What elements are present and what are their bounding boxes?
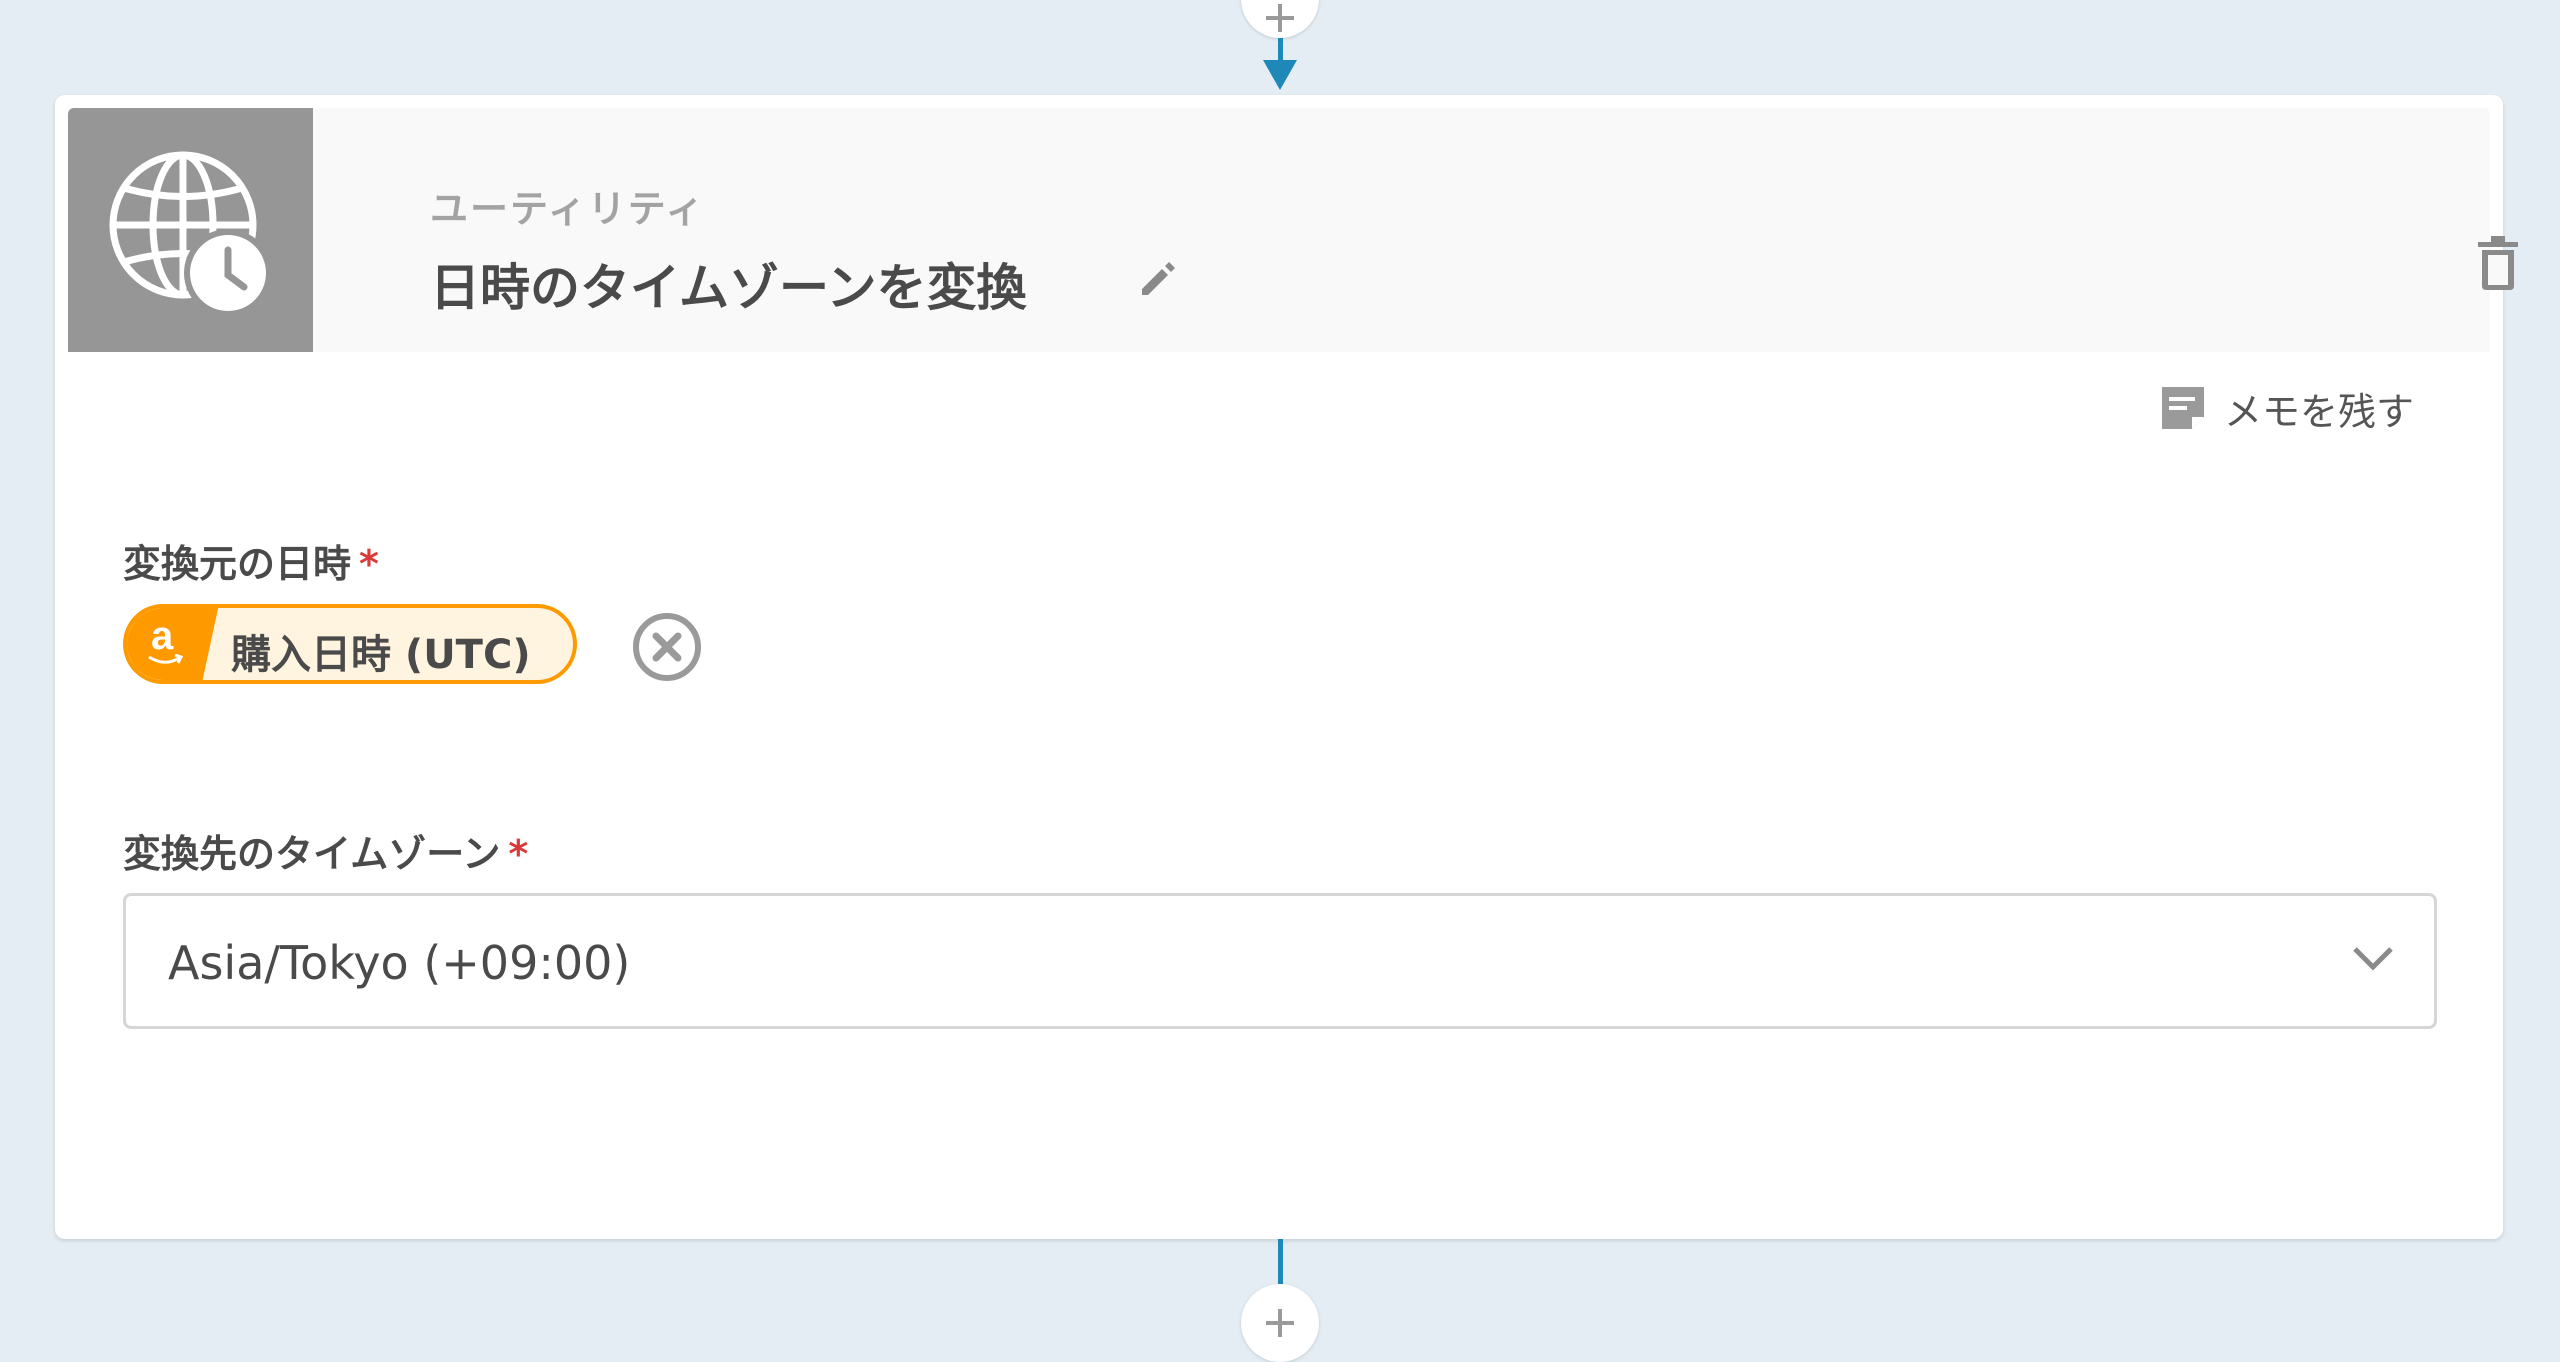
timezone-select-value: Asia/Tokyo (+09:00)	[168, 936, 631, 990]
step-category: ユーティリティ	[430, 187, 706, 231]
trash-icon[interactable]	[2476, 236, 2520, 290]
required-mark: *	[359, 542, 379, 586]
connector-arrow	[1263, 60, 1297, 90]
globe-clock-icon	[109, 151, 272, 317]
target-timezone-label: 変換先のタイムゾーン *	[123, 823, 528, 878]
target-timezone-label-text: 変換先のタイムゾーン	[123, 832, 501, 876]
source-datetime-label-text: 変換元の日時	[123, 542, 352, 586]
amazon-icon: a	[127, 608, 219, 680]
source-datetime-token-label: 購入日時 (UTC)	[231, 632, 531, 678]
note-icon	[2162, 387, 2204, 429]
close-circle-icon[interactable]	[632, 612, 702, 682]
source-datetime-label: 変換元の日時 *	[123, 533, 379, 588]
memo-button[interactable]: メモを残す	[2158, 382, 2414, 434]
amazon-icon-letter: a	[151, 614, 174, 658]
step-header: ユーティリティ 日時のタイムゾーンを変換	[68, 108, 2518, 352]
chevron-down-icon	[2353, 947, 2393, 971]
timezone-select[interactable]: Asia/Tokyo (+09:00)	[123, 893, 2437, 1029]
add-step-button-bottom[interactable]	[1241, 1284, 1319, 1362]
add-step-button-top[interactable]	[1241, 0, 1319, 38]
smile-arrow	[148, 654, 183, 664]
step-card: ユーティリティ 日時のタイムゾーンを変換 メモを残す 変換元の日時 * a 購入…	[55, 95, 2518, 1239]
pencil-icon[interactable]	[1136, 257, 1180, 301]
connector-line-bottom	[1278, 1239, 1283, 1289]
plus-icon	[1266, 1309, 1294, 1337]
app-icon	[68, 108, 313, 352]
source-datetime-token[interactable]: a 購入日時 (UTC)	[123, 604, 577, 684]
memo-label: メモを残す	[2224, 389, 2415, 434]
required-mark: *	[508, 832, 529, 876]
plus-icon	[1266, 4, 1294, 32]
step-title[interactable]: 日時のタイムゾーンを変換	[430, 248, 1027, 320]
